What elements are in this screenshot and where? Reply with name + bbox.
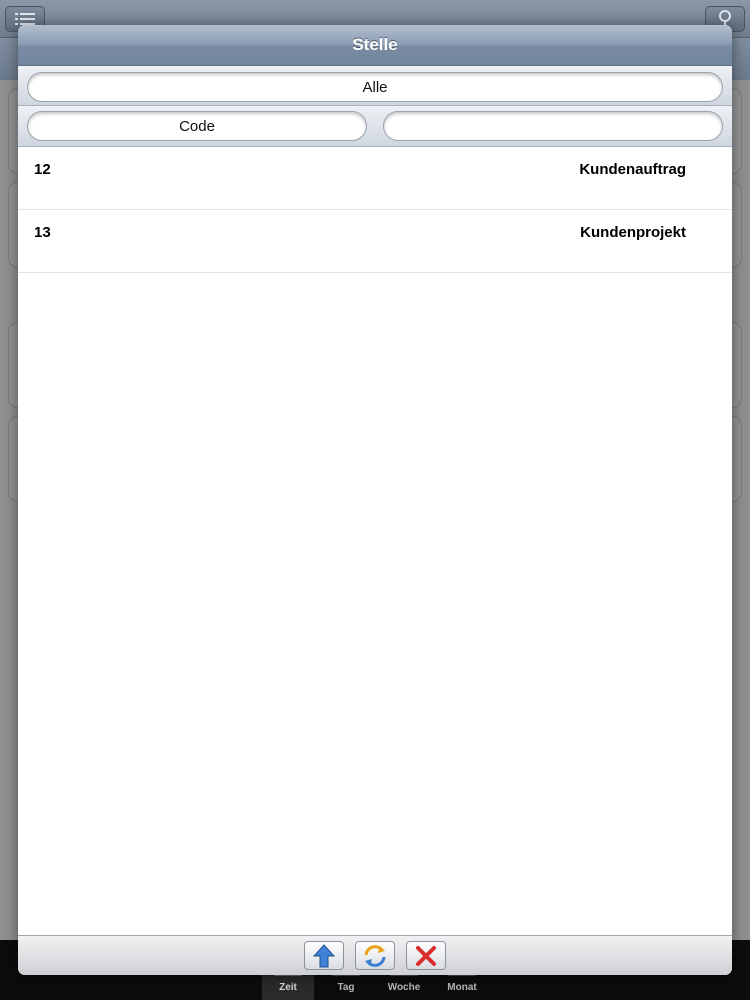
item-name: Kundenprojekt: [580, 224, 686, 241]
tab-label: Tag: [337, 982, 355, 993]
tab-label: Woche: [387, 982, 421, 993]
item-name: Kundenauftrag: [579, 161, 686, 178]
scope-filter-bar: Alle: [18, 66, 732, 106]
up-arrow-icon: [313, 943, 335, 967]
tab-zeit[interactable]: Zeit: [262, 972, 314, 1000]
close-button[interactable]: [406, 941, 446, 970]
close-x-icon: [416, 945, 436, 966]
refresh-button[interactable]: [355, 941, 395, 970]
modal-header: Stelle: [18, 25, 732, 66]
item-code: 12: [34, 161, 51, 178]
refresh-icon: [364, 944, 386, 967]
search-input[interactable]: [383, 111, 723, 141]
search-field-selector[interactable]: Code: [27, 111, 367, 141]
tab-tag[interactable]: Tag: [320, 972, 372, 1000]
up-button[interactable]: [304, 941, 344, 970]
item-code: 13: [34, 224, 51, 241]
modal-title: Stelle: [352, 35, 398, 54]
tab-label: Zeit: [279, 982, 297, 993]
search-filter-bar: Code: [18, 106, 732, 147]
tab-woche[interactable]: Woche: [378, 972, 430, 1000]
tab-monat[interactable]: Monat: [436, 972, 488, 1000]
list-item[interactable]: 12 Kundenauftrag: [18, 147, 732, 210]
modal-toolbar: [18, 935, 732, 975]
list-icon: [15, 13, 35, 25]
list-item[interactable]: 13 Kundenprojekt: [18, 210, 732, 273]
scope-selector-alle[interactable]: Alle: [27, 72, 723, 102]
stelle-picker-modal: Stelle Alle Code 12 Kundenauftrag 13 Kun…: [18, 25, 732, 975]
results-list: 12 Kundenauftrag 13 Kundenprojekt: [18, 147, 732, 273]
tab-label: Monat: [447, 982, 477, 993]
